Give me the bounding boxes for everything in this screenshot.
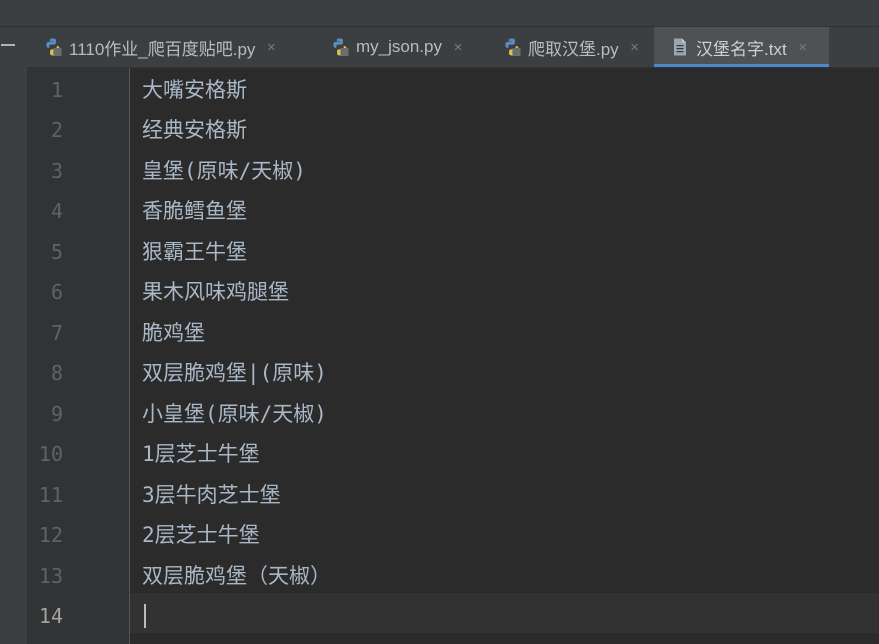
current-line-highlight: [27, 593, 879, 633]
line-number: 13: [38, 564, 63, 588]
tab-label: 1110作业_爬百度贴吧.py: [69, 39, 256, 59]
text-line[interactable]: 狠霸王牛堡: [142, 232, 247, 272]
python-file-icon: [505, 38, 521, 56]
tab-1110-baidu-tieba[interactable]: 1110作业_爬百度贴吧.py ×: [27, 27, 306, 67]
line-number: 9: [50, 402, 63, 426]
text-line[interactable]: 3层牛肉芝士堡: [142, 475, 281, 515]
text-file-icon: [674, 38, 686, 56]
text-line[interactable]: 经典安格斯: [142, 110, 247, 150]
close-icon[interactable]: ×: [452, 39, 464, 56]
text-line[interactable]: 皇堡(原味/天椒): [142, 151, 306, 191]
close-icon[interactable]: ×: [797, 39, 809, 56]
tab-label: my_json.py: [356, 37, 442, 56]
tab-crawl-burger[interactable]: 爬取汉堡.py ×: [486, 27, 653, 67]
python-file-icon: [46, 38, 62, 56]
text-line[interactable]: 2层芝士牛堡: [142, 515, 260, 555]
python-file-icon: [333, 38, 349, 56]
close-icon[interactable]: ×: [629, 39, 641, 56]
line-number: 11: [38, 483, 63, 507]
text-caret: [144, 604, 146, 628]
tab-my-json[interactable]: my_json.py ×: [314, 27, 480, 67]
text-editor[interactable]: 1 大嘴安格斯 2 经典安格斯 3 皇堡(原味/天椒) 4 香脆鳕鱼堡 5 狠霸…: [27, 68, 879, 644]
line-number: 10: [38, 442, 63, 466]
close-icon[interactable]: ×: [265, 39, 277, 56]
line-number-current: 14: [38, 604, 63, 628]
line-number: 12: [38, 523, 63, 547]
text-line[interactable]: 大嘴安格斯: [142, 70, 247, 110]
tab-label: 爬取汉堡.py: [528, 39, 619, 59]
line-number: 6: [50, 280, 63, 304]
tab-burger-names-txt[interactable]: 汉堡名字.txt ×: [654, 27, 829, 67]
line-number: 3: [50, 159, 63, 183]
text-line[interactable]: 双层脆鸡堡|(原味): [142, 353, 327, 393]
text-line[interactable]: 果木风味鸡腿堡: [142, 272, 289, 312]
text-line[interactable]: 小皇堡(原味/天椒): [142, 394, 327, 434]
editor-tab-bar: 1110作业_爬百度贴吧.py × my_json.py × 爬取汉堡.py ×: [27, 27, 879, 68]
text-line[interactable]: 1层芝士牛堡: [142, 434, 260, 474]
line-number: 8: [50, 361, 63, 385]
text-line[interactable]: 双层脆鸡堡（天椒）: [142, 556, 331, 596]
line-number: 2: [50, 118, 63, 142]
text-line[interactable]: 香脆鳕鱼堡: [142, 191, 247, 231]
tab-label: 汉堡名字.txt: [696, 39, 787, 59]
line-number: 4: [50, 199, 63, 223]
text-line[interactable]: 脆鸡堡: [142, 313, 205, 353]
line-number: 5: [50, 240, 63, 264]
line-number: 1: [50, 78, 63, 102]
ide-window: 1110作业_爬百度贴吧.py × my_json.py × 爬取汉堡.py ×: [0, 0, 879, 644]
left-tool-strip: [0, 27, 27, 644]
line-number: 7: [50, 321, 63, 345]
collapse-icon[interactable]: [1, 44, 15, 46]
title-strip: [0, 0, 879, 27]
